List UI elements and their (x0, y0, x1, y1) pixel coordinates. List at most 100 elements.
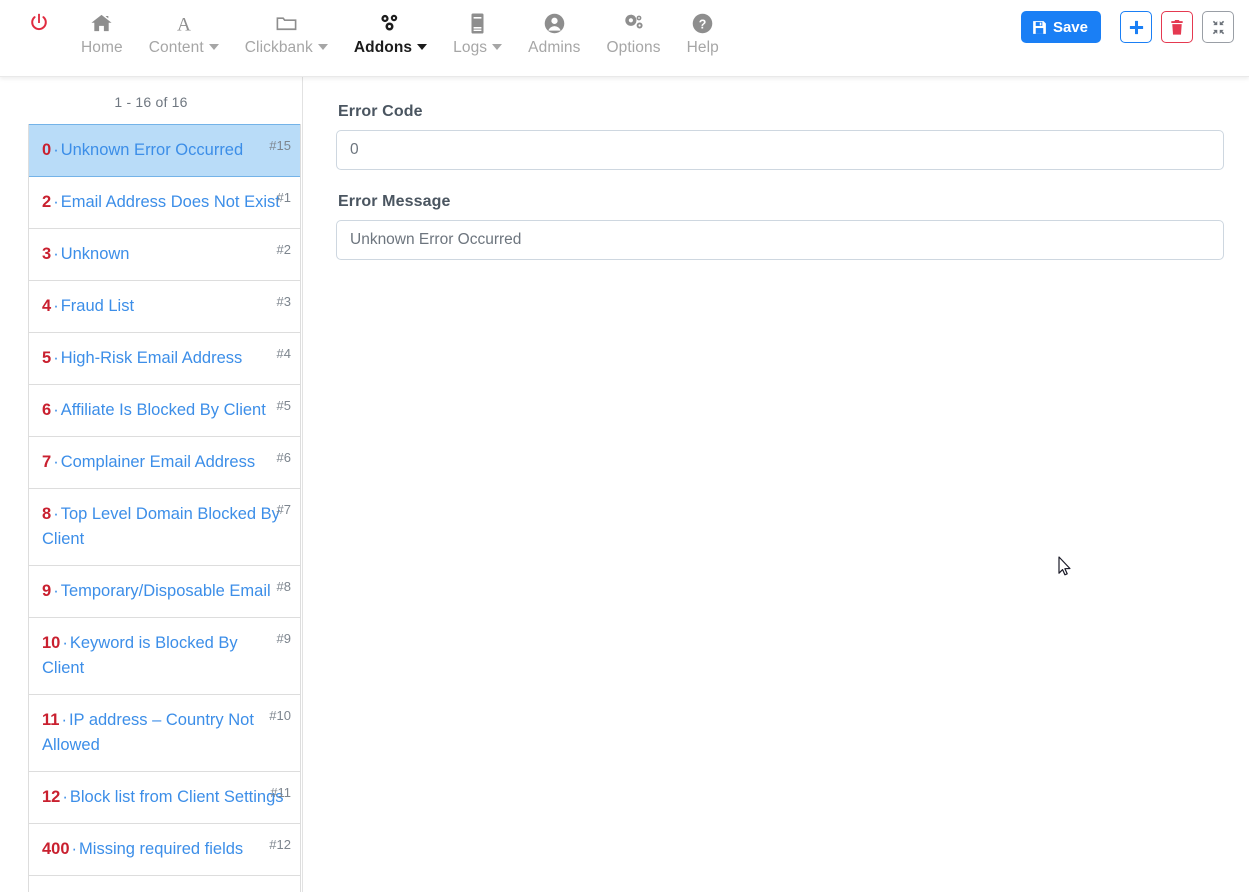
collapse-button[interactable] (1202, 11, 1234, 43)
page-body: 1 - 16 of 16 0·Unknown Error Occurred#15… (0, 77, 1249, 892)
list-item-separator: · (59, 711, 69, 729)
svg-text:?: ? (699, 17, 707, 31)
top-navigation-bar: Home A Content Clickbank (0, 0, 1249, 77)
nav-label-content: Content (149, 39, 219, 57)
chevron-down-icon (492, 44, 502, 50)
save-button-label: Save (1053, 19, 1088, 36)
addons-icon (378, 10, 402, 36)
list-item[interactable]: 9·Temporary/Disposable Email#8 (29, 566, 300, 618)
nav-label-options: Options (606, 39, 660, 57)
list-item[interactable]: 2·Email Address Does Not Exist#1 (29, 177, 300, 229)
chevron-down-icon (318, 44, 328, 50)
list-item-separator: · (51, 297, 61, 315)
mouse-cursor (1058, 556, 1072, 577)
list-item-label: Affiliate Is Blocked By Client (61, 401, 268, 419)
error-message-label: Error Message (338, 193, 1224, 211)
list-item[interactable]: 404·Not Found!#16 (29, 876, 300, 892)
nav-item-content[interactable]: A Content (136, 10, 232, 57)
list-item-separator: · (60, 788, 70, 806)
list-item-code: 6 (42, 401, 51, 419)
logs-icon (468, 10, 487, 36)
list-item-code: 7 (42, 453, 51, 471)
list-item[interactable]: 3·Unknown #2 (29, 229, 300, 281)
list-item-separator: · (51, 453, 61, 471)
list-item-label: IP address – Country Not Allowed (42, 711, 254, 754)
list-item[interactable]: 0·Unknown Error Occurred#15 (29, 124, 300, 177)
list-item[interactable]: 8·Top Level Domain Blocked By Client#7 (29, 489, 300, 566)
error-code-label: Error Code (338, 103, 1224, 121)
list-item-ref: #10 (269, 703, 291, 728)
nav-item-options[interactable]: Options (593, 10, 673, 57)
nav-item-help[interactable]: ? Help (674, 10, 732, 57)
list-item-ref: #12 (269, 832, 291, 857)
list-item-ref: #3 (277, 289, 291, 314)
list-item[interactable]: 5·High-Risk Email Address#4 (29, 333, 300, 385)
error-code-list-panel: 1 - 16 of 16 0·Unknown Error Occurred#15… (0, 77, 303, 892)
text-icon: A (173, 10, 195, 36)
nav-label-help: Help (687, 39, 719, 57)
list-item-separator: · (60, 634, 70, 652)
nav-label-logs: Logs (453, 39, 502, 57)
list-item-separator: · (51, 193, 61, 211)
list-item[interactable]: 4·Fraud List#3 (29, 281, 300, 333)
compress-arrows-icon (1210, 19, 1227, 36)
floppy-save-icon (1032, 20, 1047, 35)
list-item-ref: #16 (269, 884, 291, 892)
list-item[interactable]: 6·Affiliate Is Blocked By Client#5 (29, 385, 300, 437)
nav-item-clickbank[interactable]: Clickbank (232, 10, 341, 57)
list-item-code: 10 (42, 634, 60, 652)
nav-item-home[interactable]: Home (68, 10, 136, 57)
list-item-separator: · (70, 840, 80, 858)
list-item-label: High-Risk Email Address (61, 349, 245, 367)
nav-label-home: Home (81, 39, 123, 57)
list-item-label: Block list from Client Settings (70, 788, 286, 806)
list-item-separator: · (51, 401, 61, 419)
list-item[interactable]: 7·Complainer Email Address #6 (29, 437, 300, 489)
trash-icon (1169, 19, 1185, 36)
delete-button[interactable] (1161, 11, 1193, 43)
pagination-summary: 1 - 16 of 16 (0, 77, 302, 124)
list-item-code: 3 (42, 245, 51, 263)
save-button[interactable]: Save (1021, 11, 1101, 43)
nav-label-addons: Addons (354, 39, 427, 57)
list-item-ref: #6 (277, 445, 291, 470)
plus-icon (1128, 19, 1145, 36)
list-item-label: Complainer Email Address (61, 453, 257, 471)
list-item[interactable]: 11·IP address – Country Not Allowed #10 (29, 695, 300, 772)
svg-text:A: A (177, 14, 191, 34)
list-item[interactable]: 400·Missing required fields#12 (29, 824, 300, 876)
list-item-ref: #11 (270, 780, 291, 805)
list-item-separator: · (51, 141, 61, 159)
list-item-code: 11 (42, 711, 59, 729)
list-item-label: Temporary/Disposable Email (61, 582, 273, 600)
nav-item-power[interactable] (16, 10, 68, 36)
folder-icon (275, 10, 298, 36)
user-icon (543, 10, 566, 36)
list-item-ref: #1 (277, 185, 291, 210)
list-item-separator: · (51, 505, 61, 523)
nav-item-admins[interactable]: Admins (515, 10, 593, 57)
list-item-label: Email Address Does Not Exist (61, 193, 282, 211)
list-item[interactable]: 12·Block list from Client Settings#11 (29, 772, 300, 824)
list-item-code: 2 (42, 193, 51, 211)
list-item-ref: #2 (277, 237, 291, 262)
nav-item-logs[interactable]: Logs (440, 10, 515, 57)
error-detail-form: Error Code Error Message (303, 77, 1249, 892)
home-icon (90, 10, 113, 36)
nav-item-addons[interactable]: Addons (341, 10, 440, 57)
add-button[interactable] (1120, 11, 1152, 43)
list-item-label: Keyword is Blocked By Client (42, 634, 238, 677)
chevron-down-icon (417, 44, 427, 50)
list-item-label: Unknown Error Occurred (61, 141, 245, 159)
list-item-ref: #4 (277, 341, 291, 366)
list-item-code: 4 (42, 297, 51, 315)
list-item-code: 400 (42, 840, 70, 858)
list-item[interactable]: 10·Keyword is Blocked By Client#9 (29, 618, 300, 695)
list-item-ref: #15 (269, 133, 291, 158)
error-code-list: 0·Unknown Error Occurred#152·Email Addre… (28, 124, 301, 892)
nav-label-clickbank: Clickbank (245, 39, 328, 57)
list-item-separator: · (51, 245, 61, 263)
error-message-input[interactable] (336, 220, 1224, 260)
error-code-input[interactable] (336, 130, 1224, 170)
list-item-label: Unknown (61, 245, 132, 263)
